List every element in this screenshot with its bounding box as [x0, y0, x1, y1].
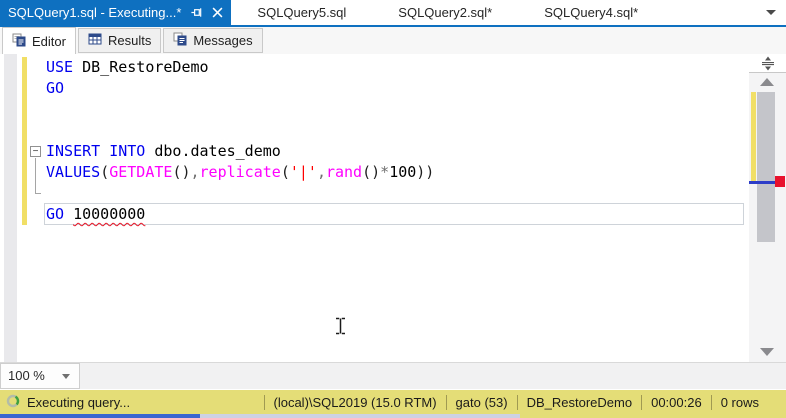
tab-label: SQLQuery4.sql*	[544, 5, 639, 20]
code-lines[interactable]: USE DB_RestoreDemo GO INSERT INTO dbo.date…	[46, 57, 434, 225]
bottom-strip-gray	[200, 414, 520, 418]
code-token: (	[100, 163, 110, 181]
editor-icon	[12, 33, 26, 50]
tab-sqlquery5[interactable]: SQLQuery5.sql	[231, 0, 372, 25]
tab-label: SQLQuery5.sql	[257, 5, 347, 20]
scrollbar-error-marker	[775, 176, 785, 187]
glyph-margin	[4, 54, 17, 362]
document-tab-bar: SQLQuery1.sql - Executing...* SQLQuery5.…	[0, 0, 786, 27]
code-token: GO	[46, 205, 65, 223]
code-token: VALUES	[46, 163, 101, 181]
code-line[interactable]	[46, 183, 434, 204]
tab-list-dropdown-icon[interactable]	[766, 10, 776, 15]
splitter-handle-icon[interactable]	[749, 54, 786, 73]
code-line[interactable]: GO	[46, 78, 434, 99]
text-cursor-pointer-icon	[335, 317, 346, 340]
code-token: ()	[172, 163, 191, 181]
scroll-up-arrow-icon[interactable]	[760, 78, 774, 86]
code-token: INTO	[109, 142, 146, 160]
code-line[interactable]	[46, 120, 434, 141]
status-message: Executing query...	[27, 394, 131, 410]
code-line[interactable]: INSERT INTO dbo.dates_demo	[46, 141, 434, 162]
executing-spinner-icon	[6, 394, 20, 411]
code-token: dbo.dates_demo	[145, 142, 281, 160]
tab-label: SQLQuery2.sql*	[398, 5, 493, 20]
status-left: Executing query...	[6, 394, 130, 411]
code-token: *	[380, 163, 390, 181]
code-line[interactable]: USE DB_RestoreDemo	[46, 57, 434, 78]
tab-sqlquery4[interactable]: SQLQuery4.sql*	[518, 0, 664, 25]
zoom-level-dropdown[interactable]: 100 %	[0, 363, 80, 389]
zoom-level-value: 100 %	[8, 368, 45, 383]
tab-editor[interactable]: Editor	[2, 27, 76, 54]
code-token: (	[280, 163, 290, 181]
tab-results[interactable]: Results	[77, 28, 162, 53]
close-icon[interactable]	[212, 7, 223, 18]
view-tab-label: Messages	[193, 33, 253, 48]
code-token: ,	[190, 163, 200, 181]
outline-guide-end	[35, 193, 41, 194]
sql-editor[interactable]: USE DB_RestoreDemoGOINSERT INTO dbo.date…	[0, 54, 749, 362]
code-line[interactable]	[46, 99, 434, 120]
code-token: INSERT	[46, 142, 101, 160]
view-tab-label: Results	[107, 33, 152, 48]
status-login: gato (53)	[445, 394, 517, 410]
ssms-window: SQLQuery1.sql - Executing...* SQLQuery5.…	[0, 0, 786, 418]
code-line[interactable]: GO 10000000	[46, 204, 434, 225]
vertical-scrollbar[interactable]	[749, 54, 786, 362]
chevron-down-icon	[62, 374, 70, 379]
collapse-region-icon[interactable]	[30, 146, 41, 157]
bottom-strip-blue	[0, 414, 200, 418]
code-token: replicate	[199, 163, 281, 181]
editor-bottom-row: 100 %	[0, 362, 786, 389]
code-token: 100	[389, 163, 417, 181]
code-token: DB_RestoreDemo	[73, 58, 209, 76]
code-token: GETDATE	[109, 163, 173, 181]
code-token: USE	[46, 58, 74, 76]
bottom-strip-yellow	[520, 414, 786, 418]
code-token: ))	[416, 163, 435, 181]
pin-icon[interactable]	[190, 6, 203, 19]
view-tab-strip: Editor Results Messages	[0, 27, 786, 54]
status-elapsed-time: 00:00:26	[641, 394, 711, 410]
tab-sqlquery1[interactable]: SQLQuery1.sql - Executing...*	[0, 0, 232, 25]
tab-messages[interactable]: Messages	[163, 28, 263, 53]
change-tracking-bar	[22, 57, 27, 225]
outline-guide-line	[35, 158, 36, 194]
scroll-down-arrow-icon[interactable]	[760, 348, 774, 356]
status-row-count: 0 rows	[710, 394, 768, 410]
scrollbar-change-annotation	[751, 92, 756, 182]
scrollbar-thumb[interactable]	[757, 92, 775, 242]
view-tab-label: Editor	[32, 33, 66, 49]
horizontal-scrollbar[interactable]	[80, 363, 786, 389]
code-token: GO	[46, 79, 65, 97]
tab-label: SQLQuery1.sql - Executing...*	[8, 5, 182, 20]
status-bar: Executing query... (local)\SQL2019 (15.0…	[0, 390, 786, 414]
scrollbar-caret-marker	[749, 181, 777, 184]
code-line[interactable]: VALUES(GETDATE(),replicate('|',rand()*10…	[46, 162, 434, 183]
code-token: 10000000	[73, 205, 146, 223]
status-database: DB_RestoreDemo	[516, 394, 642, 410]
messages-icon	[173, 32, 187, 49]
window-bottom-edge	[0, 414, 786, 418]
code-token: '|'	[289, 163, 317, 181]
results-grid-icon	[88, 32, 102, 49]
code-token: ,	[316, 163, 326, 181]
tab-sqlquery2[interactable]: SQLQuery2.sql*	[372, 0, 518, 25]
status-server: (local)\SQL2019 (15.0 RTM)	[263, 394, 446, 410]
code-token: ()	[362, 163, 381, 181]
code-token: rand	[325, 163, 363, 181]
